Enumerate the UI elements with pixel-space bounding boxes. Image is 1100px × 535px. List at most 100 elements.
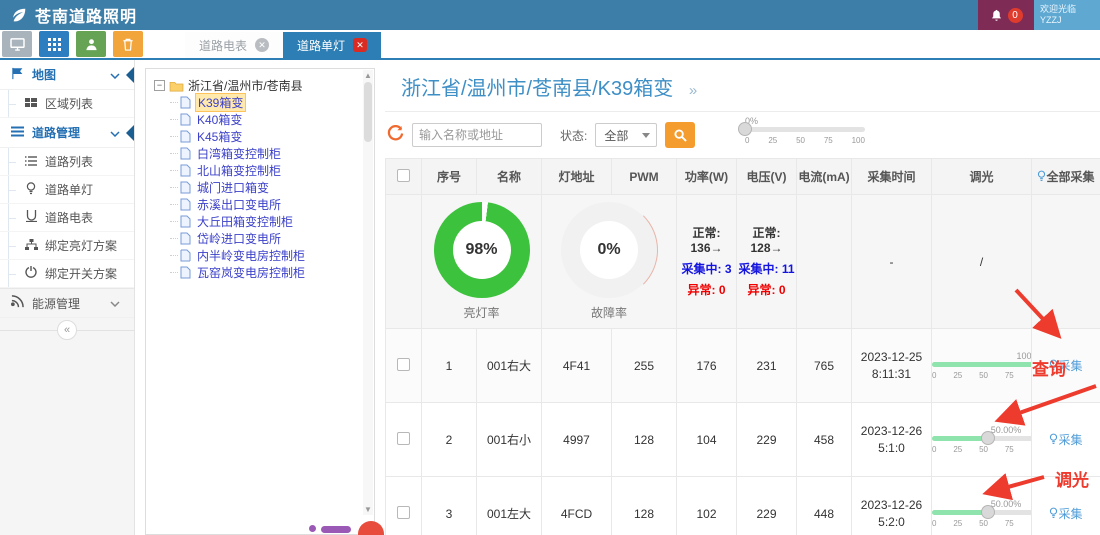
sidebar-item-bind-lighting-plan[interactable]: 绑定亮灯方案: [0, 232, 134, 260]
tree-node-k39[interactable]: K39箱变: [168, 94, 368, 111]
tree-node[interactable]: 内半岭变电房控制柜: [168, 247, 368, 264]
tree-node[interactable]: 瓦窑岚变电房控制柜: [168, 264, 368, 281]
sidebar-item-road-list[interactable]: 道路列表: [0, 148, 134, 176]
slider-track[interactable]: [745, 127, 865, 132]
main-content: 浙江省/温州市/苍南县/K39箱变 » 状态: 全部 0% 0255075100: [385, 60, 1100, 535]
file-icon: [180, 181, 191, 194]
open-tabs: 道路电表 ✕ 道路单灯 ✕: [185, 32, 381, 58]
sidebar-item-label: 道路管理: [32, 124, 80, 141]
slider-handle[interactable]: [981, 431, 995, 445]
sidebar-item-energy-management[interactable]: 能源管理: [0, 288, 134, 318]
sidebar-item-label: 道路单灯: [45, 181, 93, 198]
sidebar: 地图 区域列表 道路管理 道路列表 道路单灯 道路电表 绑定亮灯方案: [0, 60, 135, 535]
user-menu[interactable]: 欢迎光临 YZZJ: [1034, 0, 1100, 30]
slider-track[interactable]: [932, 436, 1032, 441]
folder-icon: [169, 80, 184, 92]
collect-button[interactable]: 采集: [1049, 433, 1082, 447]
tree-node[interactable]: 岱岭进口变电所: [168, 230, 368, 247]
sidebar-collapse-row: «: [0, 318, 134, 344]
sidebar-collapse-button[interactable]: «: [57, 320, 77, 340]
sidebar-item-road-meter[interactable]: 道路电表: [0, 204, 134, 232]
collect-button[interactable]: 采集: [1049, 507, 1082, 521]
user-admin-button[interactable]: [76, 31, 106, 57]
tab-road-lamp[interactable]: 道路单灯 ✕: [283, 32, 381, 58]
col-header-collect-time: 采集时间: [852, 159, 932, 195]
fault-rate-value: 0%: [597, 241, 620, 259]
close-tab-icon[interactable]: ✕: [353, 38, 367, 52]
sidebar-item-road-lamp[interactable]: 道路单灯: [0, 176, 134, 204]
table-row: 1 001右大 4F41 255 176 231 765 2023-12-258…: [386, 329, 1100, 403]
sidebar-item-road-management[interactable]: 道路管理: [0, 118, 134, 148]
dim-slider: 50.00% 0255075100: [932, 499, 1032, 528]
breadcrumb-arrow: »: [689, 82, 697, 99]
close-tab-icon[interactable]: ✕: [255, 38, 269, 52]
bell-icon: [990, 9, 1003, 22]
tree-collapse-icon[interactable]: −: [154, 80, 165, 91]
slider-track[interactable]: [932, 510, 1032, 515]
refresh-icon[interactable]: [387, 125, 404, 145]
sitemap-icon: [24, 239, 38, 253]
file-icon: [180, 215, 191, 228]
tree-node[interactable]: 城门进口箱变: [168, 179, 368, 196]
col-header-dim: 调光: [932, 159, 1032, 195]
collect-button[interactable]: 采集: [1049, 359, 1082, 373]
collect-all-button[interactable]: 全部采集: [1032, 159, 1100, 195]
slider-handle[interactable]: [981, 505, 995, 519]
fault-rate-donut: 0%: [561, 202, 657, 298]
status-select[interactable]: 全部: [595, 123, 657, 147]
sidebar-item-label: 区域列表: [45, 95, 93, 112]
sidebar-item-bind-switch-plan[interactable]: 绑定开关方案: [0, 260, 134, 288]
tab-road-meter[interactable]: 道路电表 ✕: [185, 32, 283, 58]
row-checkbox[interactable]: [397, 432, 410, 445]
tree-node[interactable]: 白湾箱变控制柜: [168, 145, 368, 162]
row-checkbox[interactable]: [397, 358, 410, 371]
sidebar-item-label: 绑定开关方案: [45, 265, 117, 282]
device-tree-panel: − 浙江省/温州市/苍南县 K39箱变 K40箱变 K45箱变 白湾箱变控制柜 …: [145, 68, 375, 535]
tree-scrollbar[interactable]: ▲ ▼: [363, 70, 373, 515]
slider-track[interactable]: [932, 362, 1032, 367]
file-icon: [180, 130, 191, 143]
tree-node[interactable]: K40箱变: [168, 111, 368, 128]
sidebar-item-map[interactable]: 地图: [0, 60, 134, 90]
scroll-down-icon[interactable]: ▼: [363, 505, 373, 514]
flag-icon: [10, 67, 24, 83]
top-bar: 苍南道路照明 0 欢迎光临 YZZJ: [0, 0, 1100, 30]
slider-handle[interactable]: [738, 122, 752, 136]
col-header-seq: 序号: [422, 159, 477, 195]
chevron-down-icon: [110, 126, 120, 140]
row-checkbox[interactable]: [397, 506, 410, 519]
desktop-button[interactable]: [2, 31, 32, 57]
quick-access-row: 道路电表 ✕ 道路单灯 ✕: [0, 30, 1100, 60]
tree-node[interactable]: K45箱变: [168, 128, 368, 145]
file-icon: [180, 96, 191, 109]
bars-icon: [10, 126, 24, 140]
recycle-button[interactable]: [113, 31, 143, 57]
file-icon: [180, 249, 191, 262]
scrollbar-thumb[interactable]: [364, 82, 372, 142]
sidebar-item-region-list[interactable]: 区域列表: [0, 90, 134, 118]
table-header-row: 序号 名称 灯地址 PWM 功率(W) 电压(V) 电流(mA) 采集时间 调光…: [386, 159, 1100, 195]
col-header-address: 灯地址: [542, 159, 612, 195]
tree-root-node[interactable]: − 浙江省/温州市/苍南县: [154, 77, 368, 94]
voltage-stats: 正常:128→ 采集中: 11 异常: 0: [737, 226, 796, 298]
file-icon: [180, 198, 191, 211]
tree-node[interactable]: 北山箱变控制柜: [168, 162, 368, 179]
dim-slider: 100% 0255075100: [932, 351, 1032, 380]
lamps-table: 序号 名称 灯地址 PWM 功率(W) 电压(V) 电流(mA) 采集时间 调光…: [385, 158, 1100, 535]
chevron-down-icon: [110, 68, 120, 82]
scroll-up-icon[interactable]: ▲: [363, 71, 373, 80]
select-all-checkbox[interactable]: [397, 169, 410, 182]
floating-action-button[interactable]: [358, 521, 384, 535]
search-input[interactable]: [412, 123, 542, 147]
tree-node[interactable]: 大丘田箱变控制柜: [168, 213, 368, 230]
file-icon: [180, 232, 191, 245]
welcome-text: 欢迎光临: [1040, 4, 1094, 15]
table-row: 2 001右小 4997 128 104 229 458 2023-12-265…: [386, 403, 1100, 477]
search-button[interactable]: [665, 122, 695, 148]
col-header-name: 名称: [477, 159, 542, 195]
modules-button[interactable]: [39, 31, 69, 57]
tree-node[interactable]: 赤溪出口变电所: [168, 196, 368, 213]
file-icon: [180, 266, 191, 279]
notifications-button[interactable]: 0: [978, 0, 1034, 30]
tree-root-label: 浙江省/温州市/苍南县: [188, 77, 303, 94]
